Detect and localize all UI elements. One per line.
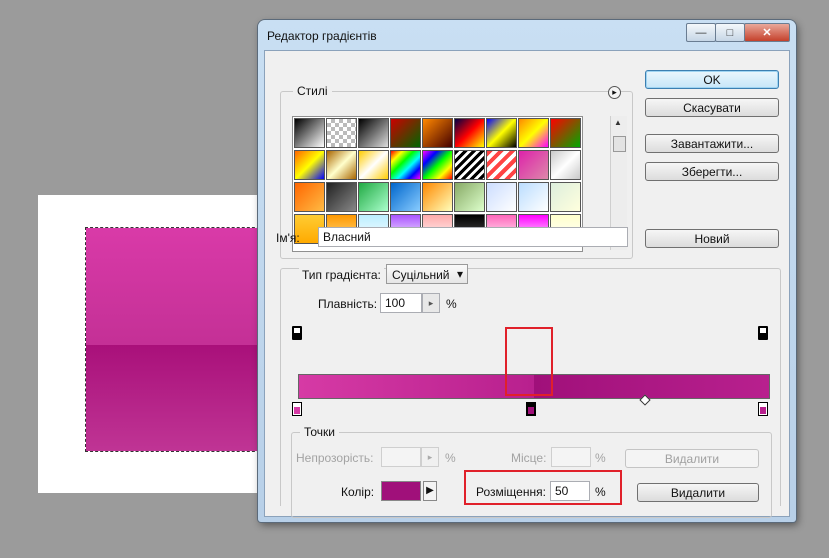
presets-legend: Стилі	[293, 84, 332, 98]
location-label: Розміщення:	[476, 485, 546, 499]
cancel-button[interactable]: Скасувати	[645, 98, 779, 117]
preset-swatch[interactable]	[422, 118, 453, 148]
gradient-editor-window: Редактор градієнтів — □ ✕ Стилі ▸ ▲ ▼ OK…	[258, 20, 796, 522]
canvas-gradient-top	[86, 228, 264, 345]
save-button[interactable]: Зберегти...	[645, 162, 779, 181]
color-label: Колір:	[341, 485, 375, 499]
stops-legend: Точки	[300, 425, 340, 439]
preset-swatch[interactable]	[550, 182, 581, 212]
preset-swatch[interactable]	[518, 150, 549, 180]
location-input-top	[551, 447, 591, 467]
preset-swatch[interactable]	[326, 118, 357, 148]
canvas-gradient-bottom	[86, 345, 264, 451]
new-button[interactable]: Новий	[645, 229, 779, 248]
name-label: Ім'я:	[276, 231, 300, 245]
preset-swatch[interactable]	[486, 118, 517, 148]
selection-marquee	[85, 227, 265, 452]
gradient-type-label: Тип градієнта:	[299, 268, 384, 282]
presets-menu-icon[interactable]: ▸	[608, 86, 621, 99]
maximize-button[interactable]: □	[715, 23, 745, 42]
scroll-up-icon[interactable]: ▲	[614, 118, 622, 127]
color-popup-icon[interactable]: ▶	[423, 481, 437, 501]
title-bar[interactable]: Редактор градієнтів — □ ✕	[258, 20, 796, 48]
preset-swatch[interactable]	[550, 118, 581, 148]
window-title: Редактор градієнтів	[267, 29, 377, 43]
color-swatch[interactable]	[381, 481, 421, 501]
preset-swatch[interactable]	[422, 182, 453, 212]
color-stop-selected[interactable]	[526, 402, 536, 416]
close-button[interactable]: ✕	[744, 23, 790, 42]
dialog-client: Стилі ▸ ▲ ▼ OK Скасувати Завантажити... …	[264, 50, 790, 518]
delete-color-stop-button[interactable]: Видалити	[637, 483, 759, 502]
smoothness-unit: %	[446, 297, 457, 311]
chevron-down-icon: ▾	[456, 267, 463, 281]
preset-swatch[interactable]	[358, 182, 389, 212]
delete-opacity-stop-button: Видалити	[625, 449, 759, 468]
preset-swatch[interactable]	[486, 182, 517, 212]
preset-swatch[interactable]	[550, 150, 581, 180]
preset-swatch[interactable]	[294, 182, 325, 212]
preset-swatch[interactable]	[358, 150, 389, 180]
color-stop-right[interactable]	[758, 402, 768, 416]
preset-swatch[interactable]	[390, 118, 421, 148]
location-unit: %	[595, 485, 606, 499]
location-input[interactable]: 50	[550, 481, 590, 501]
gradient-type-select[interactable]: Суцільний ▾	[386, 264, 468, 284]
opacity-unit: %	[445, 451, 456, 465]
preset-swatch[interactable]	[454, 182, 485, 212]
preset-swatch[interactable]	[454, 150, 485, 180]
smoothness-input[interactable]: 100	[380, 293, 422, 313]
name-input[interactable]: Власний	[318, 227, 628, 247]
preset-swatch[interactable]	[422, 150, 453, 180]
color-stop-left[interactable]	[292, 402, 302, 416]
location-label-top: Місце:	[511, 451, 547, 465]
scroll-thumb[interactable]	[613, 136, 626, 152]
opacity-input	[381, 447, 421, 467]
smoothness-popup-icon[interactable]: ▸	[422, 293, 440, 313]
gradient-type-value: Суцільний	[392, 268, 450, 282]
preset-swatch[interactable]	[454, 118, 485, 148]
preset-swatch[interactable]	[390, 150, 421, 180]
opacity-stop-left[interactable]	[292, 326, 302, 340]
preset-swatch[interactable]	[358, 118, 389, 148]
preset-swatch[interactable]	[390, 182, 421, 212]
preset-swatch[interactable]	[518, 118, 549, 148]
location-unit-top: %	[595, 451, 606, 465]
preset-swatch[interactable]	[326, 182, 357, 212]
minimize-button[interactable]: —	[686, 23, 716, 42]
highlight-box-midpoint	[505, 327, 553, 396]
preset-swatch[interactable]	[486, 150, 517, 180]
preset-swatch[interactable]	[326, 150, 357, 180]
smoothness-label: Плавність:	[318, 297, 378, 311]
preset-swatch[interactable]	[518, 182, 549, 212]
preset-swatch[interactable]	[294, 118, 325, 148]
opacity-popup-icon: ▸	[421, 447, 439, 467]
opacity-stop-right[interactable]	[758, 326, 768, 340]
ok-button[interactable]: OK	[645, 70, 779, 89]
opacity-label: Непрозорість:	[296, 451, 374, 465]
load-button[interactable]: Завантажити...	[645, 134, 779, 153]
preset-swatch[interactable]	[294, 150, 325, 180]
